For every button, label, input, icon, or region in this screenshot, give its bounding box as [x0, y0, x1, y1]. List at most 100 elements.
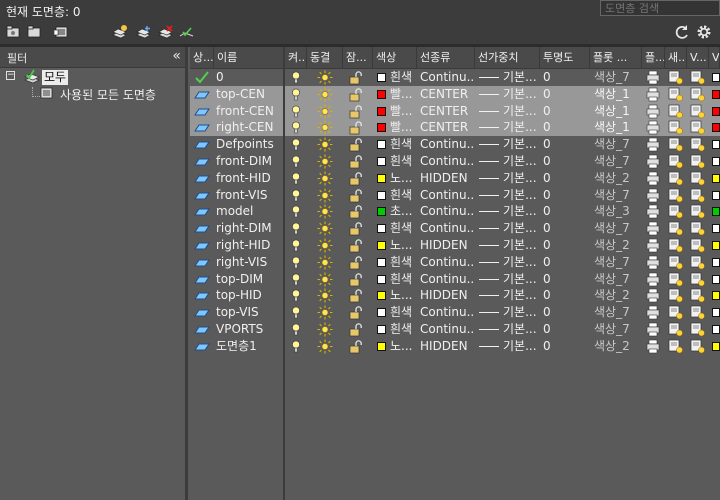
- column-header-freeze[interactable]: 동결: [307, 47, 343, 68]
- color-swatch[interactable]: [377, 123, 386, 133]
- sun-thawed-icon[interactable]: [317, 238, 333, 253]
- layer-name[interactable]: 0: [216, 69, 283, 86]
- vp-freeze-icon[interactable]: [690, 204, 706, 219]
- sun-thawed-icon[interactable]: [317, 339, 333, 354]
- new-layer-vp-frozen-icon[interactable]: [136, 24, 152, 40]
- sun-thawed-icon[interactable]: [317, 87, 333, 102]
- color-name[interactable]: 흰색: [390, 304, 417, 321]
- linetype[interactable]: Continu...: [420, 304, 475, 321]
- layer-name[interactable]: right-CEN: [216, 119, 283, 136]
- layer-states-manager-icon[interactable]: [54, 24, 70, 40]
- layer-status-icon[interactable]: [194, 339, 210, 354]
- new-vp-freeze-icon[interactable]: [668, 188, 684, 203]
- vp-freeze-icon[interactable]: [690, 255, 706, 270]
- transparency[interactable]: 0: [543, 119, 588, 136]
- vp-color-swatch[interactable]: [712, 241, 720, 250]
- column-header-status[interactable]: 상...: [190, 47, 214, 68]
- lightbulb-on-icon[interactable]: [288, 188, 304, 203]
- printer-icon[interactable]: [645, 137, 661, 152]
- printer-icon[interactable]: [645, 255, 661, 270]
- layer-name[interactable]: model: [216, 203, 283, 220]
- color-name[interactable]: 노...: [390, 237, 417, 254]
- linetype[interactable]: HIDDEN: [420, 170, 475, 187]
- color-swatch[interactable]: [377, 224, 386, 234]
- column-header-vp-color[interactable]: V...: [709, 47, 720, 68]
- layer-status-icon[interactable]: [194, 305, 210, 320]
- new-vp-freeze-icon[interactable]: [668, 272, 684, 287]
- color-swatch[interactable]: [377, 106, 386, 116]
- column-header-plot[interactable]: 플...: [642, 47, 665, 68]
- color-name[interactable]: 흰색: [390, 187, 417, 204]
- vp-freeze-icon[interactable]: [690, 137, 706, 152]
- lineweight[interactable]: 기본...: [503, 153, 540, 170]
- lineweight[interactable]: 기본...: [503, 287, 540, 304]
- layer-status-icon[interactable]: [194, 188, 210, 203]
- new-vp-freeze-icon[interactable]: [668, 120, 684, 135]
- collapse-panel-button[interactable]: «: [172, 48, 181, 64]
- lineweight[interactable]: 기본...: [503, 69, 540, 86]
- layer-status-icon[interactable]: [194, 154, 210, 169]
- vp-freeze-icon[interactable]: [690, 70, 706, 85]
- lightbulb-on-icon[interactable]: [288, 104, 304, 119]
- lineweight[interactable]: 기본...: [503, 237, 540, 254]
- layer-status-icon[interactable]: [194, 137, 210, 152]
- lineweight[interactable]: 기본...: [503, 119, 540, 136]
- vp-color-swatch[interactable]: [712, 106, 720, 116]
- color-name[interactable]: 흰색: [390, 220, 417, 237]
- lightbulb-on-icon[interactable]: [288, 204, 304, 219]
- layer-row[interactable]: front-VIS 흰색 Continu... 기본... 0 색상_7: [190, 187, 720, 204]
- column-header-new-vp-freeze[interactable]: 새...: [665, 47, 687, 68]
- linetype[interactable]: Continu...: [420, 153, 475, 170]
- column-header-name[interactable]: 이름: [214, 47, 285, 68]
- layer-name[interactable]: front-HID: [216, 170, 283, 187]
- vp-freeze-icon[interactable]: [690, 104, 706, 119]
- linetype[interactable]: HIDDEN: [420, 287, 475, 304]
- printer-icon[interactable]: [645, 87, 661, 102]
- lock-open-icon[interactable]: [348, 221, 364, 236]
- vp-color-swatch[interactable]: [712, 224, 720, 234]
- color-name[interactable]: 노...: [390, 338, 417, 355]
- lightbulb-on-icon[interactable]: [288, 221, 304, 236]
- sun-thawed-icon[interactable]: [317, 188, 333, 203]
- linetype[interactable]: Continu...: [420, 136, 475, 153]
- lightbulb-on-icon[interactable]: [288, 137, 304, 152]
- new-vp-freeze-icon[interactable]: [668, 137, 684, 152]
- new-vp-freeze-icon[interactable]: [668, 238, 684, 253]
- lightbulb-on-icon[interactable]: [288, 154, 304, 169]
- vp-freeze-icon[interactable]: [690, 322, 706, 337]
- lineweight[interactable]: 기본...: [503, 103, 540, 120]
- lightbulb-on-icon[interactable]: [288, 322, 304, 337]
- plot-style[interactable]: 색상_7: [594, 321, 640, 338]
- printer-icon[interactable]: [645, 70, 661, 85]
- printer-icon[interactable]: [645, 204, 661, 219]
- sun-thawed-icon[interactable]: [317, 70, 333, 85]
- vp-freeze-icon[interactable]: [690, 272, 706, 287]
- linetype[interactable]: CENTER: [420, 86, 475, 103]
- color-name[interactable]: 흰색: [390, 69, 417, 86]
- lightbulb-on-icon[interactable]: [288, 305, 304, 320]
- layer-name[interactable]: VPORTS: [216, 321, 283, 338]
- transparency[interactable]: 0: [543, 187, 588, 204]
- transparency[interactable]: 0: [543, 86, 588, 103]
- transparency[interactable]: 0: [543, 69, 588, 86]
- current-layer-check-icon[interactable]: [194, 70, 210, 85]
- sun-thawed-icon[interactable]: [317, 272, 333, 287]
- printer-icon[interactable]: [645, 171, 661, 186]
- linetype[interactable]: Continu...: [420, 321, 475, 338]
- layer-name[interactable]: top-DIM: [216, 271, 283, 288]
- lock-open-icon[interactable]: [348, 120, 364, 135]
- lineweight[interactable]: 기본...: [503, 304, 540, 321]
- color-swatch[interactable]: [377, 89, 386, 99]
- color-swatch[interactable]: [377, 140, 386, 150]
- layer-name[interactable]: top-VIS: [216, 304, 283, 321]
- transparency[interactable]: 0: [543, 237, 588, 254]
- layer-row[interactable]: model 초... Continu... 기본... 0 색상_3: [190, 203, 720, 220]
- vp-color-swatch[interactable]: [712, 140, 720, 150]
- layer-row[interactable]: top-HID 노... HIDDEN 기본... 0 색상_2: [190, 287, 720, 304]
- lineweight[interactable]: 기본...: [503, 187, 540, 204]
- lock-open-icon[interactable]: [348, 322, 364, 337]
- lineweight[interactable]: 기본...: [503, 220, 540, 237]
- plot-style[interactable]: 색상_7: [594, 271, 640, 288]
- sun-thawed-icon[interactable]: [317, 104, 333, 119]
- transparency[interactable]: 0: [543, 153, 588, 170]
